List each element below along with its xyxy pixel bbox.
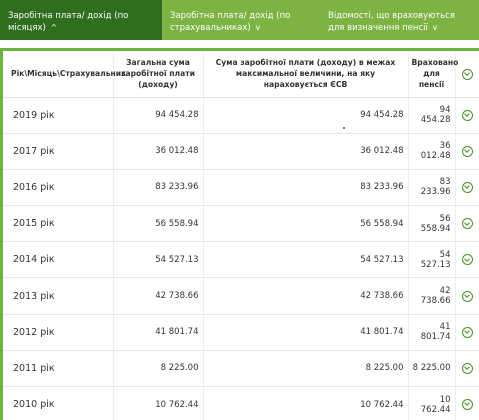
- row-expand-cell[interactable]: [455, 169, 479, 207]
- column-header-total[interactable]: Загальна сума заробітної плати (доходу): [113, 51, 204, 98]
- row-capped: 36 012.48: [203, 133, 409, 170]
- chevron-down-circle-icon[interactable]: [461, 68, 473, 80]
- row-total: 42 738.66: [113, 277, 204, 315]
- row-total: 56 558.94: [113, 205, 204, 243]
- chevron-down-circle-icon[interactable]: [461, 326, 473, 338]
- row-counted: 54 527.13: [408, 241, 456, 279]
- row-total: 8 225.00: [113, 350, 204, 388]
- tab-pension-records[interactable]: Відомості, що враховуються для визначенн…: [320, 0, 479, 40]
- row-year: 2013 рік: [3, 277, 114, 315]
- chevron-down-icon: v: [432, 23, 438, 32]
- row-counted: 41 801.74: [408, 314, 456, 351]
- row-year: 2012 рік: [3, 314, 114, 351]
- salary-table-container: Рік\Місяць\Страхувальник Загальна сума з…: [0, 48, 479, 420]
- row-capped: 94 454.28: [203, 97, 409, 134]
- tab-salary-by-month[interactable]: Заробітна плата/ дохід (по місяцях) ^: [0, 0, 162, 40]
- chevron-down-icon: v: [255, 23, 261, 32]
- row-counted: 56 558.94: [408, 205, 456, 243]
- row-total: 83 233.96: [113, 169, 204, 207]
- row-counted: 94 454.28: [408, 97, 456, 134]
- row-year: 2017 рік: [3, 133, 114, 170]
- cursor-dot: [343, 127, 345, 129]
- tab-label: Заробітна плата/ дохід (по страхувальник…: [170, 11, 291, 33]
- row-total: 36 012.48: [113, 133, 204, 170]
- table-row[interactable]: 2013 рік 42 738.66 42 738.66 42 738.66: [3, 277, 479, 315]
- column-header-capped[interactable]: Сума заробітної плати (доходу) в межах м…: [203, 51, 409, 98]
- chevron-down-circle-icon[interactable]: [461, 218, 473, 230]
- row-total: 41 801.74: [113, 314, 204, 351]
- row-capped: 41 801.74: [203, 314, 409, 351]
- chevron-down-circle-icon[interactable]: [461, 181, 473, 193]
- table-row[interactable]: 2019 рік 94 454.28 94 454.28 94 454.28: [3, 97, 479, 134]
- row-capped: 10 762.44: [203, 386, 409, 420]
- chevron-down-circle-icon[interactable]: [461, 362, 473, 374]
- row-capped: 83 233.96: [203, 169, 409, 207]
- table-row[interactable]: 2010 рік 10 762.44 10 762.44 10 762.44: [3, 386, 479, 420]
- row-expand-cell[interactable]: [455, 97, 479, 134]
- table-header-row: Рік\Місяць\Страхувальник Загальна сума з…: [3, 51, 479, 98]
- row-year: 2016 рік: [3, 169, 114, 207]
- expand-all-cell[interactable]: [455, 51, 479, 98]
- row-year: 2011 рік: [3, 350, 114, 388]
- chevron-down-circle-icon[interactable]: [461, 109, 473, 121]
- row-counted: 42 738.66: [408, 277, 456, 315]
- row-capped: 8 225.00: [203, 350, 409, 388]
- row-capped: 56 558.94: [203, 205, 409, 243]
- row-capped: 42 738.66: [203, 277, 409, 315]
- row-expand-cell[interactable]: [455, 277, 479, 315]
- column-header-year[interactable]: Рік\Місяць\Страхувальник: [3, 51, 126, 98]
- row-expand-cell[interactable]: [455, 350, 479, 388]
- chevron-down-circle-icon[interactable]: [461, 290, 473, 302]
- chevron-down-circle-icon[interactable]: [461, 399, 473, 411]
- row-total: 54 527.13: [113, 241, 204, 279]
- chevron-up-icon: ^: [50, 23, 58, 32]
- row-expand-cell[interactable]: [455, 386, 479, 420]
- table-row[interactable]: 2015 рік 56 558.94 56 558.94 56 558.94: [3, 205, 479, 243]
- row-year: 2014 рік: [3, 241, 114, 279]
- tab-label: Заробітна плата/ дохід (по місяцях): [8, 11, 129, 33]
- table-row[interactable]: 2014 рік 54 527.13 54 527.13 54 527.13: [3, 241, 479, 279]
- chevron-down-circle-icon[interactable]: [461, 254, 473, 266]
- column-header-counted[interactable]: Враховано для пенсії: [408, 51, 458, 98]
- row-counted: 83 233.96: [408, 169, 456, 207]
- row-year: 2019 рік: [3, 97, 114, 134]
- divider: [0, 40, 479, 46]
- row-expand-cell[interactable]: [455, 314, 479, 351]
- row-capped: 54 527.13: [203, 241, 409, 279]
- row-counted: 8 225.00: [408, 350, 456, 388]
- row-total: 10 762.44: [113, 386, 204, 420]
- row-counted: 10 762.44: [408, 386, 456, 420]
- salary-table: Рік\Місяць\Страхувальник Загальна сума з…: [3, 51, 479, 420]
- row-total: 94 454.28: [113, 97, 204, 134]
- row-expand-cell[interactable]: [455, 241, 479, 279]
- table-row[interactable]: 2011 рік 8 225.00 8 225.00 8 225.00: [3, 350, 479, 388]
- row-year: 2010 рік: [3, 386, 114, 420]
- tab-bar: Заробітна плата/ дохід (по місяцях) ^ За…: [0, 0, 479, 40]
- tab-salary-by-employer[interactable]: Заробітна плата/ дохід (по страхувальник…: [162, 0, 320, 40]
- chevron-down-circle-icon[interactable]: [461, 145, 473, 157]
- table-row[interactable]: 2016 рік 83 233.96 83 233.96 83 233.96: [3, 169, 479, 207]
- table-row[interactable]: 2017 рік 36 012.48 36 012.48 36 012.48: [3, 133, 479, 170]
- table-row[interactable]: 2012 рік 41 801.74 41 801.74 41 801.74: [3, 314, 479, 351]
- row-counted: 36 012.48: [408, 133, 456, 170]
- row-expand-cell[interactable]: [455, 205, 479, 243]
- row-year: 2015 рік: [3, 205, 114, 243]
- row-expand-cell[interactable]: [455, 133, 479, 170]
